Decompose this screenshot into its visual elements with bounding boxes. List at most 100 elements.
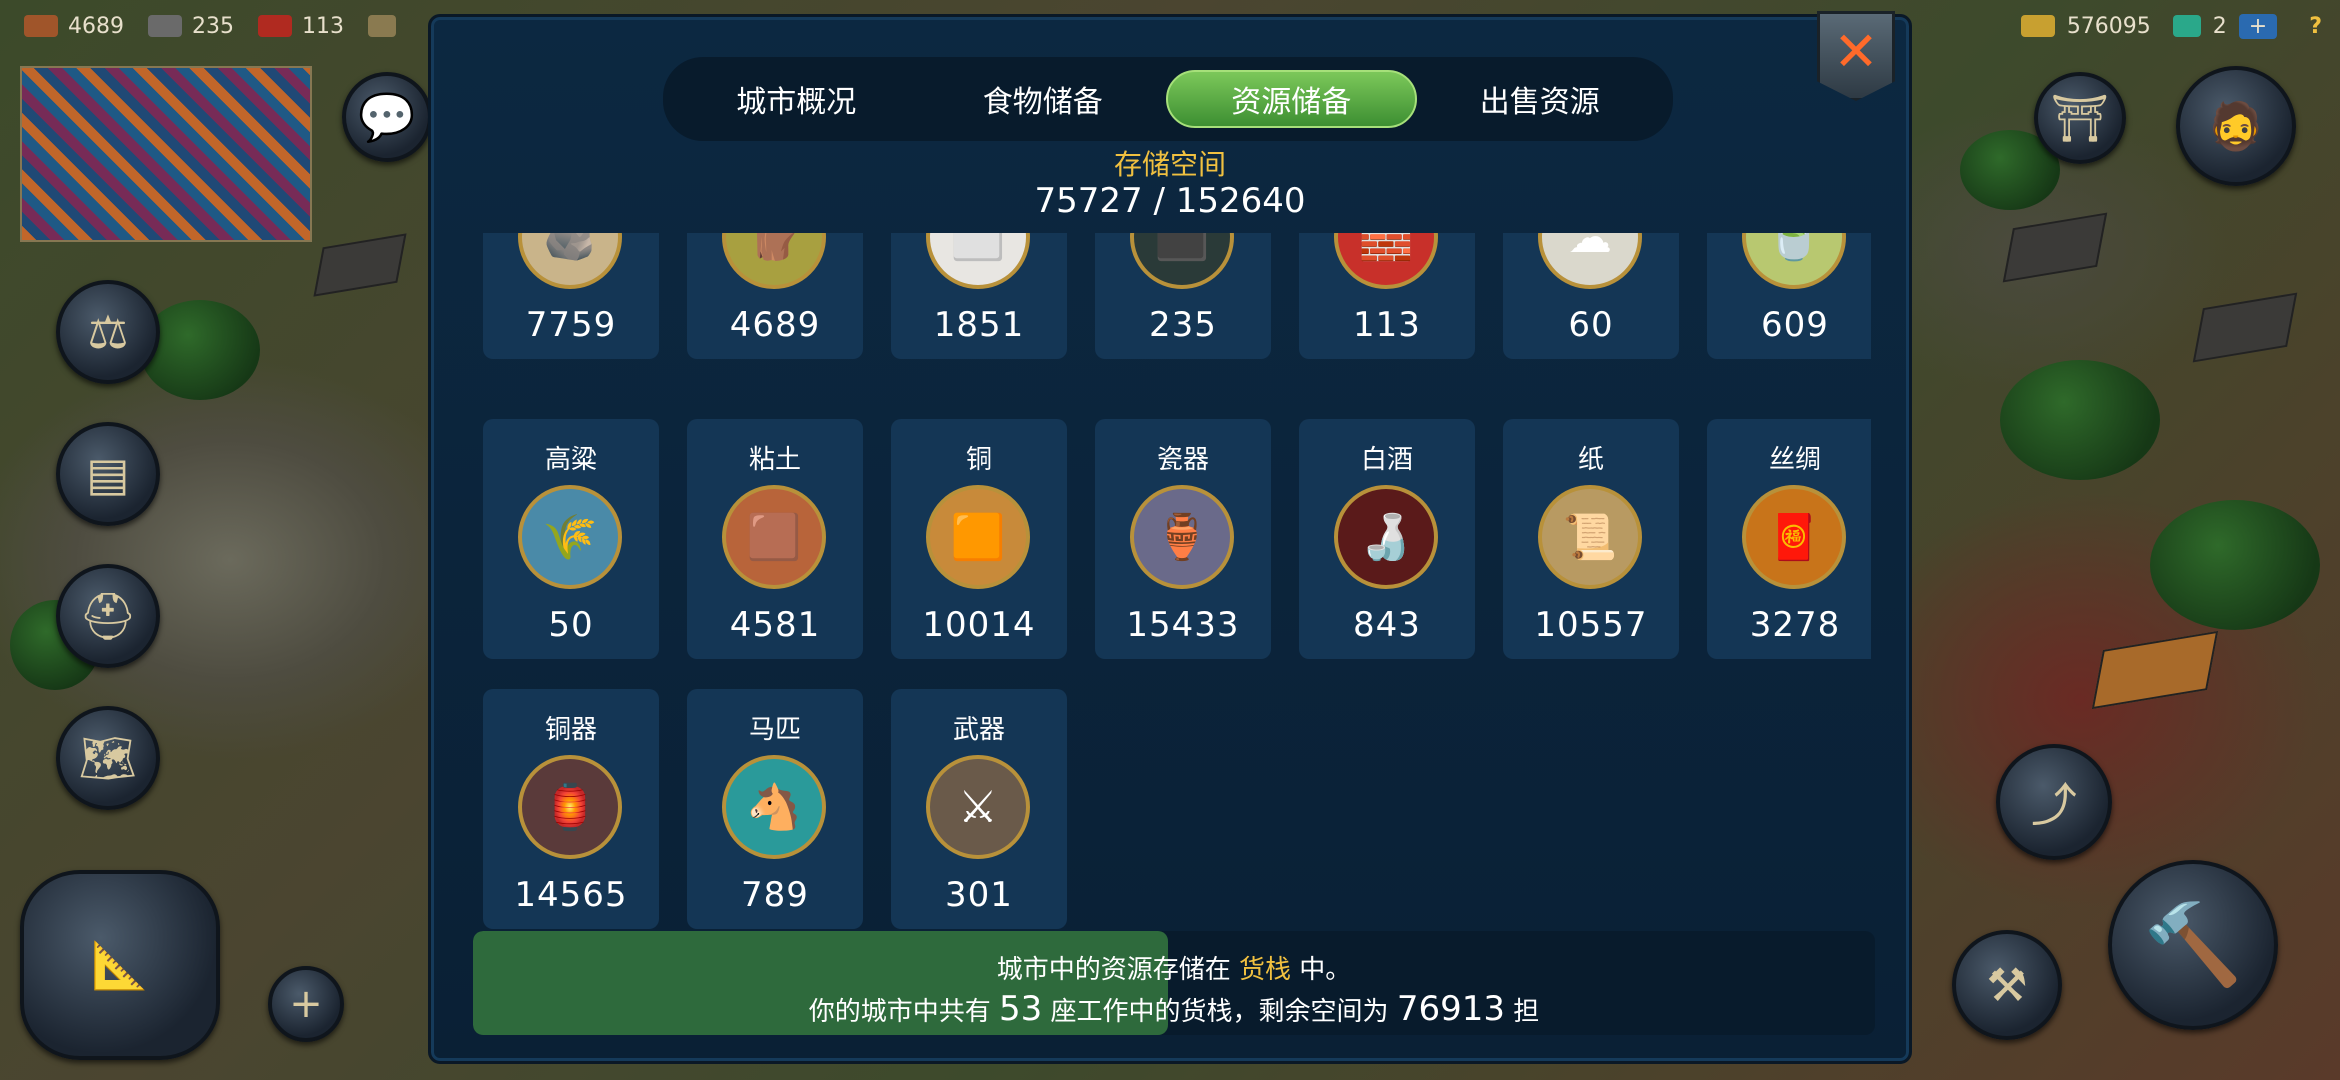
add-building-button[interactable]: + <box>268 966 344 1042</box>
wood-icon <box>24 15 58 37</box>
liquor-icon: 🍶 <box>1334 485 1438 589</box>
resource-amount: 7759 <box>525 305 617 345</box>
resource-card[interactable]: 丝绸 🧧 3278 <box>1707 419 1871 659</box>
brick-count: 113 <box>302 13 344 39</box>
resource-name: 粘土 <box>748 445 801 475</box>
resource-name: 瓷器 <box>1156 445 1209 475</box>
resource-amount: 10557 <box>1534 605 1648 645</box>
helmet-icon: ⛑ <box>78 588 138 643</box>
resource-name: 铜器 <box>544 715 597 745</box>
resource-amount: 3278 <box>1749 605 1841 645</box>
info-text: 你的城市中共有 <box>808 997 991 1027</box>
ore-icon: 🪨 <box>518 233 622 289</box>
resource-amount: 789 <box>741 875 809 915</box>
character-portrait[interactable]: 🧔 <box>2176 66 2296 186</box>
coal-icon: ⬛ <box>1130 233 1234 289</box>
tea-icon: 🍵 <box>1742 233 1846 289</box>
resource-amount: 14565 <box>514 875 628 915</box>
resource-amount: 50 <box>548 605 594 645</box>
wood-count: 4689 <box>68 13 124 39</box>
gem-count: 2 <box>2212 13 2227 39</box>
resource-card[interactable]: ⬛ 235 <box>1095 233 1271 359</box>
tab-city-overview[interactable]: 城市概况 <box>673 70 920 128</box>
shovel-button[interactable]: ⚒ <box>1952 930 2062 1040</box>
resource-card[interactable]: 🧱 113 <box>1299 233 1475 359</box>
resource-card[interactable]: 铜 🟧 10014 <box>891 419 1067 659</box>
sorghum-icon: 🌾 <box>518 485 622 589</box>
resource-card[interactable]: 铜器 🏮 14565 <box>483 689 659 929</box>
chat-icon: 💬 <box>358 89 416 144</box>
brick-icon <box>258 15 292 37</box>
tab-food-reserves[interactable]: 食物储备 <box>920 70 1167 128</box>
info-text: 城市中的资源存储在 <box>996 955 1231 985</box>
resource-card[interactable]: 瓷器 🏺 15433 <box>1095 419 1271 659</box>
tab-bar: 城市概况 食物储备 资源储备 出售资源 <box>663 57 1673 141</box>
resource-card[interactable]: 武器 ⚔ 301 <box>891 689 1067 929</box>
gem-icon <box>2172 15 2201 37</box>
resource-card[interactable]: 白酒 🍶 843 <box>1299 419 1475 659</box>
resource-amount: 4581 <box>729 605 821 645</box>
resource-card[interactable]: 粘土 🟫 4581 <box>687 419 863 659</box>
portrait-icon: 🧔 <box>2207 98 2265 153</box>
resource-card[interactable]: ⬜ 1851 <box>891 233 1067 359</box>
tab-resource-reserves[interactable]: 资源储备 <box>1166 70 1417 128</box>
weapons-icon: ⚔ <box>926 755 1030 859</box>
close-icon: ✕ <box>1833 19 1879 83</box>
tab-sell-resources[interactable]: 出售资源 <box>1417 70 1664 128</box>
resource-card[interactable]: 马匹 🐴 789 <box>687 689 863 929</box>
gold-count: 576095 <box>2066 13 2151 39</box>
paper-icon: 📜 <box>1538 485 1642 589</box>
resource-grid[interactable]: 🪨 7759 🪵 4689 ⬜ 1851 ⬛ 235 🧱 113 ☁ 60 🍵 … <box>471 233 1871 933</box>
storage-menu-icon[interactable] <box>368 15 396 37</box>
close-button[interactable]: ✕ <box>1817 11 1895 101</box>
resource-storage-dialog: 城市概况 食物储备 资源储备 出售资源 ✕ 存储空间 75727 / 15264… <box>428 11 1912 1064</box>
storage-value: 75727 / 152640 <box>1034 181 1306 221</box>
trade-button[interactable]: ⚖ <box>56 280 160 384</box>
road-icon: ⤴ <box>2031 778 2077 832</box>
resource-card[interactable]: 纸 📜 10557 <box>1503 419 1679 659</box>
cotton-icon: ☁ <box>1538 233 1642 289</box>
warehouse-info-panel: 城市中的资源存储在 货栈 中。 你的城市中共有 53 座工作中的货栈，剩余空间为… <box>473 931 1875 1035</box>
road-button[interactable]: ⤴ <box>1996 744 2112 860</box>
resource-card[interactable]: 高粱 🌾 50 <box>483 419 659 659</box>
minimap[interactable] <box>20 66 312 242</box>
resource-name: 高粱 <box>544 445 597 475</box>
stone-icon <box>148 15 182 37</box>
resource-name: 马匹 <box>748 715 801 745</box>
top-currency-bar: 576095 2 + ? <box>2020 6 2322 46</box>
gold-icon <box>2020 15 2055 37</box>
build-plans-button[interactable]: 📐 <box>20 870 220 1060</box>
resource-card[interactable]: 🪵 4689 <box>687 233 863 359</box>
chest-icon: ▤ <box>86 447 130 501</box>
helmet-advisor-icon: ⛩ <box>2050 90 2110 145</box>
copper-icon: 🟧 <box>926 485 1030 589</box>
resource-amount: 235 <box>1149 305 1217 345</box>
plus-icon: + <box>289 981 323 1027</box>
map-button[interactable]: 🗺 <box>56 706 160 810</box>
chat-button[interactable]: 💬 <box>342 72 432 162</box>
resource-amount: 609 <box>1761 305 1829 345</box>
military-button[interactable]: ⛑ <box>56 564 160 668</box>
advisor-button[interactable]: ⛩ <box>2034 72 2126 164</box>
resource-name: 白酒 <box>1360 445 1413 475</box>
resource-card[interactable]: ☁ 60 <box>1503 233 1679 359</box>
resource-name: 铜 <box>965 445 992 475</box>
info-line-1: 城市中的资源存储在 货栈 中。 <box>473 949 1875 986</box>
help-button[interactable]: ? <box>2309 14 2322 39</box>
scales-icon: ⚖ <box>87 305 129 359</box>
inventory-button[interactable]: ▤ <box>56 422 160 526</box>
info-line-2: 你的城市中共有 53 座工作中的货栈，剩余空间为 76913 担 <box>473 989 1875 1029</box>
brick-icon: 🧱 <box>1334 233 1438 289</box>
resource-amount: 60 <box>1568 305 1614 345</box>
resource-name: 丝绸 <box>1768 445 1821 475</box>
resource-name: 武器 <box>952 715 1005 745</box>
hammer-button[interactable]: 🔨 <box>2108 860 2278 1030</box>
add-gems-button[interactable]: + <box>2238 13 2278 39</box>
resource-amount: 843 <box>1353 605 1421 645</box>
resource-card[interactable]: 🍵 609 <box>1707 233 1871 359</box>
warehouse-link: 货栈 <box>1238 955 1291 985</box>
top-resource-bar: 4689 235 113 <box>24 6 396 46</box>
info-text: 座工作中的货栈，剩余空间为 <box>1050 997 1389 1027</box>
resource-card[interactable]: 🪨 7759 <box>483 233 659 359</box>
marble-icon: ⬜ <box>926 233 1030 289</box>
